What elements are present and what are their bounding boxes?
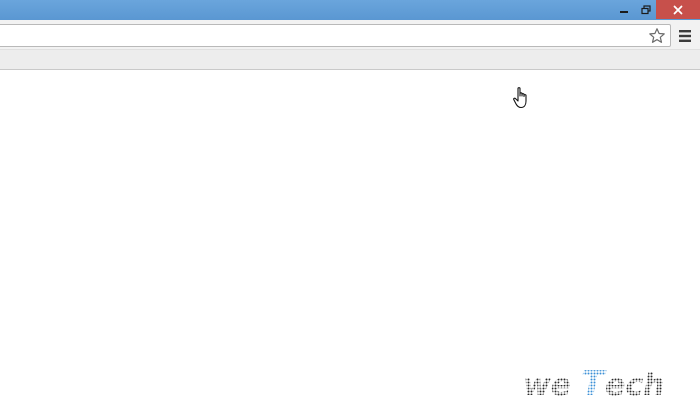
minimize-icon <box>620 10 628 13</box>
browser-window: we T ech <box>0 0 700 404</box>
watermark-ech: ech <box>605 368 665 400</box>
watermark-t: T <box>581 366 607 400</box>
title-bar <box>0 0 700 20</box>
close-button[interactable] <box>656 0 700 19</box>
close-icon <box>673 5 683 14</box>
watermark-we: we <box>523 368 571 400</box>
restore-button[interactable] <box>636 0 656 19</box>
browser-toolbar <box>0 20 700 50</box>
address-bar[interactable] <box>0 24 671 47</box>
wetech-watermark-logo: we T ech <box>523 366 665 400</box>
hand-pointer-icon <box>513 87 527 109</box>
star-icon[interactable] <box>648 27 666 45</box>
restore-icon <box>641 4 651 14</box>
hamburger-menu-icon[interactable] <box>677 28 693 44</box>
page-content <box>0 70 700 404</box>
minimize-button[interactable] <box>612 0 636 19</box>
bookmarks-bar <box>0 50 700 70</box>
